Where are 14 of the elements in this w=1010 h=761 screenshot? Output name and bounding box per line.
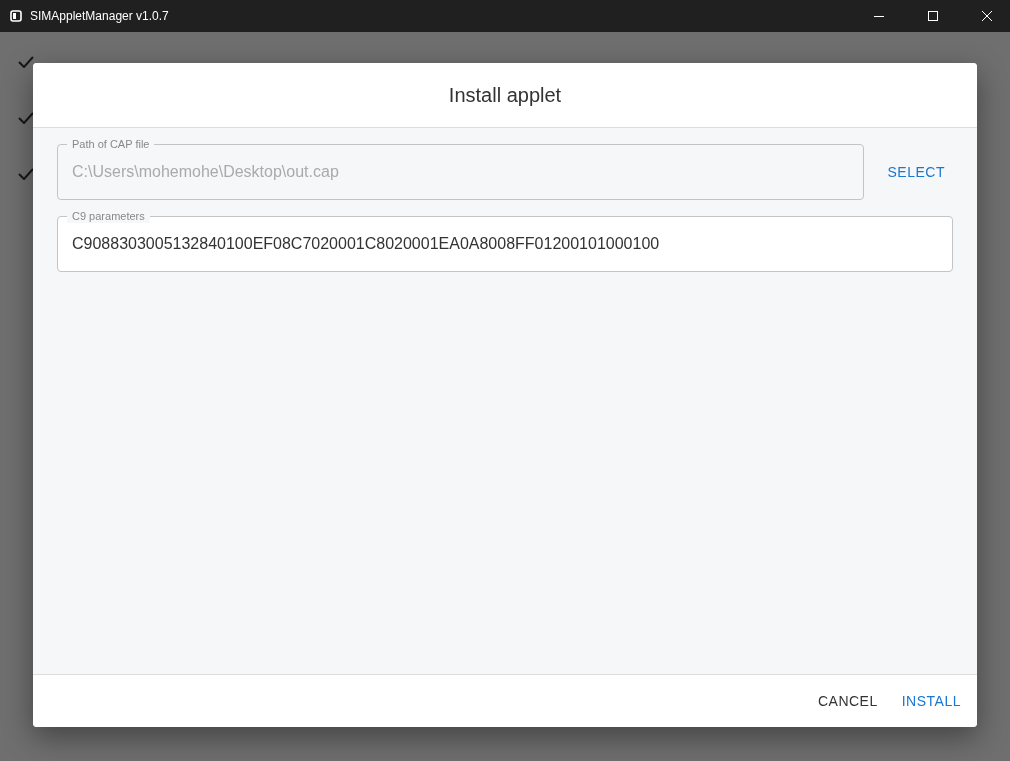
field-label: Path of CAP file	[67, 137, 155, 151]
check-icon	[18, 56, 34, 68]
minimize-icon	[874, 15, 884, 17]
check-icon	[18, 112, 34, 124]
dialog-title: Install applet	[448, 83, 562, 107]
maximize-icon	[928, 11, 938, 21]
close-icon	[982, 11, 992, 21]
cancel-button[interactable]: CANCEL	[809, 685, 886, 717]
select-button[interactable]: SELECT	[879, 156, 953, 188]
window-title: SIMAppletManager v1.0.7	[30, 9, 170, 23]
field-label: C9 parameters	[67, 209, 150, 223]
app-icon	[10, 10, 22, 22]
check-icon	[18, 168, 34, 180]
install-button[interactable]: INSTALL	[893, 685, 969, 717]
